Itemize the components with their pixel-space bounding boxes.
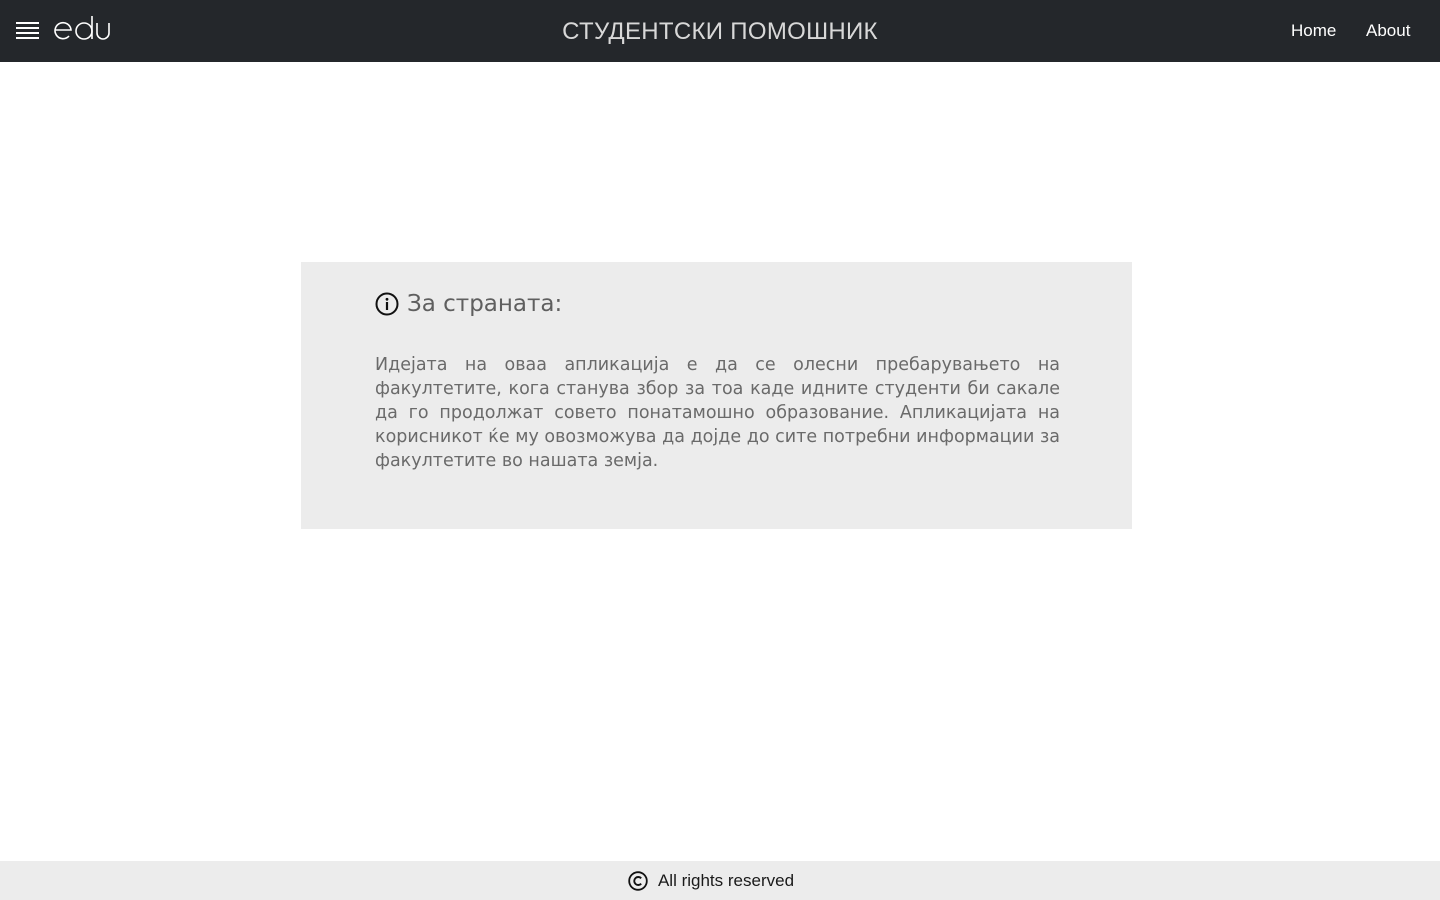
info-icon [375, 292, 399, 316]
nav-link-home[interactable]: Home [1291, 21, 1336, 41]
footer-text: All rights reserved [657, 870, 795, 890]
about-card-title: За страната: [407, 291, 563, 317]
hamburger-menu-icon[interactable] [16, 21, 39, 41]
about-card-description: Идејата на оваа апликација е да се олесн… [375, 355, 1060, 471]
edu-logo[interactable] [53, 14, 111, 44]
nav-link-about[interactable]: About [1366, 21, 1410, 41]
top-navbar: СТУДЕНТСКИ ПОМОШНИК Home About [0, 0, 1440, 62]
page-footer: All rights reserved [0, 861, 1440, 900]
about-card-header: За страната: [375, 291, 562, 317]
footer-content: All rights reserved [628, 871, 794, 891]
site-title: СТУДЕНТСКИ ПОМОШНИК [562, 18, 878, 45]
copyright-icon [628, 870, 648, 891]
about-card: За страната: Идејата на оваа апликација … [301, 262, 1132, 529]
